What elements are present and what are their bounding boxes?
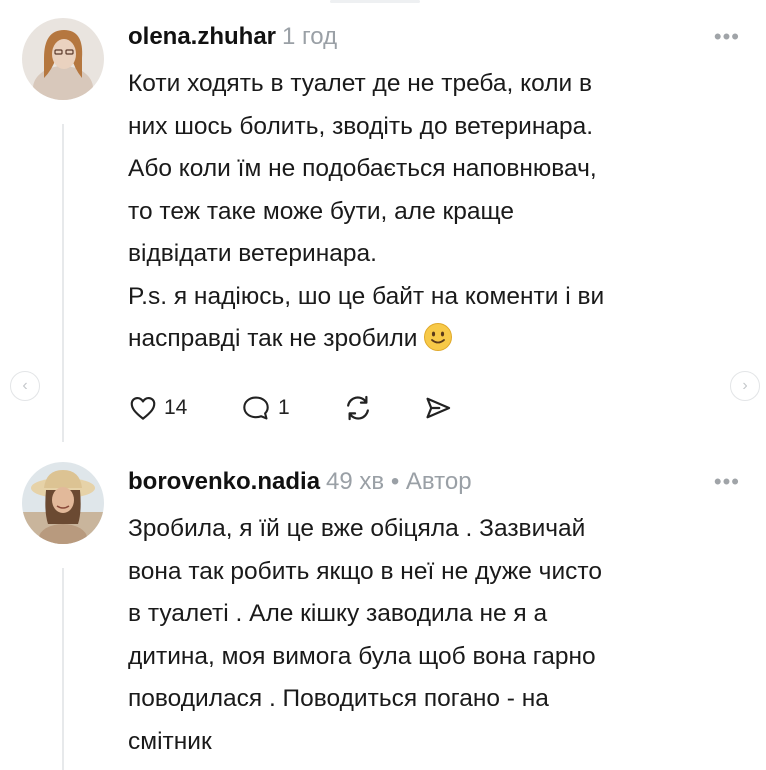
reply-thread-line: [62, 124, 64, 442]
comment-text: Зробила, я їй це вже обіцяла . Зазвичай …: [128, 508, 728, 763]
comment-bubble-icon: [243, 396, 269, 420]
reply-thread-line: [62, 568, 64, 770]
comment-text: Коти ходять в туалет де не треба, коли в…: [128, 63, 728, 367]
comment-header: olena.zhuhar 1 год: [128, 22, 337, 52]
comment-line: вона так робить якщо в неї не дуже чисто: [128, 557, 602, 585]
comment-line: смітник: [128, 727, 212, 755]
comment-line: дитина, моя вимога була щоб вона гарно: [128, 642, 596, 670]
like-count: 14: [164, 396, 188, 419]
comment-line: Або коли їм не подобається наповнювач,: [128, 155, 597, 182]
comment-line: P.s. я надіюсь, шо це байт на коменти і …: [128, 282, 605, 310]
heart-icon: [130, 396, 156, 420]
more-options-button[interactable]: •••: [714, 469, 740, 495]
username[interactable]: olena.zhuhar: [128, 23, 276, 50]
repost-button[interactable]: [342, 393, 374, 423]
slightly-smiling-face-icon: [423, 322, 453, 367]
share-button[interactable]: [422, 393, 454, 423]
comment-line: то теж таке може бути, але краще: [128, 197, 514, 225]
username[interactable]: borovenko.nadia: [128, 468, 320, 495]
reply-count: 1: [278, 396, 290, 419]
comment-line: Коти ходять в туалет де не треба, коли в: [128, 70, 593, 97]
prev-arrow-button[interactable]: ‹: [10, 371, 40, 401]
comment-line: відвідати ветеринара.: [128, 240, 377, 267]
timestamp: 1 год: [282, 23, 338, 50]
comment-line: них шось болить, зводіть до ветеринара.: [128, 112, 594, 140]
comment-header: borovenko.nadia 49 хв • Автор: [128, 467, 472, 497]
like-button[interactable]: 14: [128, 393, 187, 423]
comment-line: насправді так не зробили: [128, 325, 418, 352]
more-options-button[interactable]: •••: [714, 24, 740, 50]
comment-line: в туалеті . Але кішку заводила не я а: [128, 600, 548, 627]
avatar[interactable]: [22, 462, 104, 544]
comment-line: Зробила, я їй це вже обіцяла . Зазвичай: [128, 515, 586, 542]
comment-line: поводилася . Поводиться погано - на: [128, 685, 549, 712]
reply-button[interactable]: 1: [240, 393, 290, 423]
next-arrow-button[interactable]: ›: [730, 371, 760, 401]
timestamp-author: 49 хв • Автор: [326, 468, 472, 495]
top-edge-divider: [330, 0, 420, 3]
send-icon: [426, 397, 451, 419]
avatar[interactable]: [22, 18, 104, 100]
repost-icon: [347, 395, 369, 421]
